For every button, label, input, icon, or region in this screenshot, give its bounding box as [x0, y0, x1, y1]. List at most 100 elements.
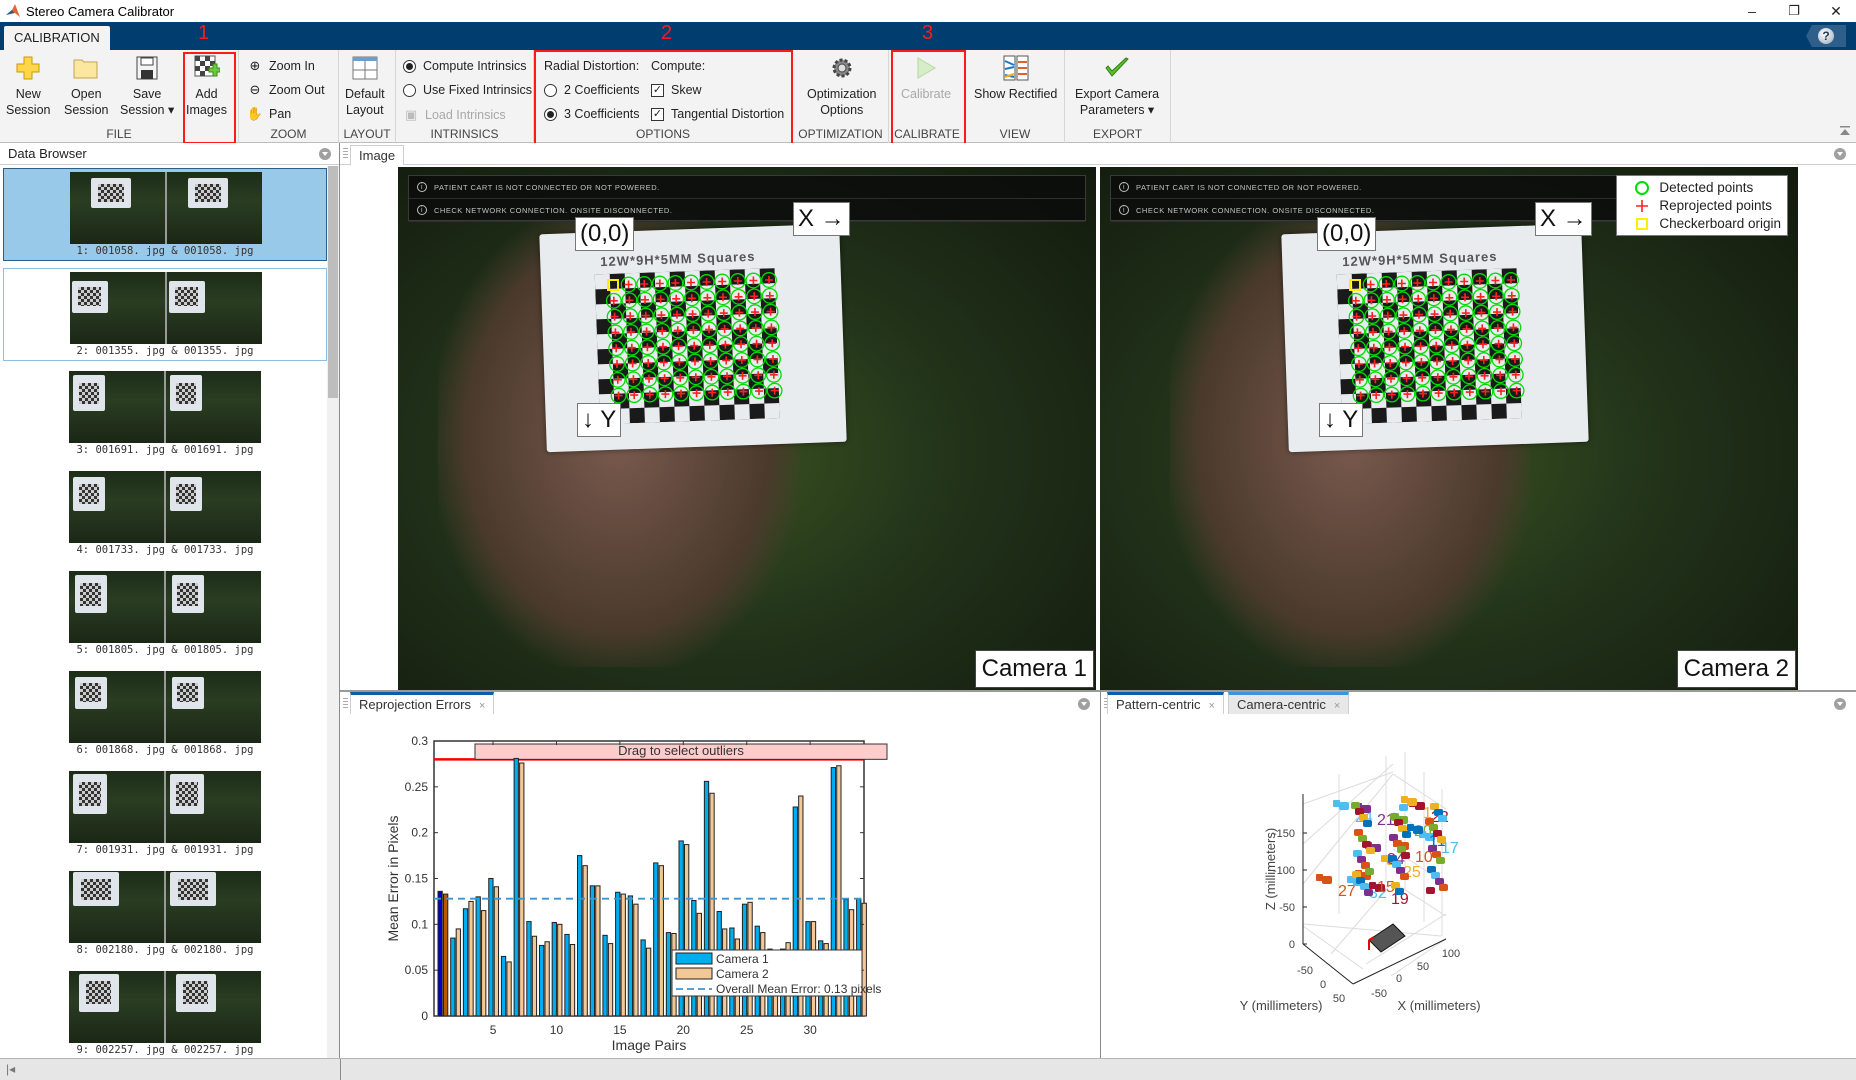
image-pair-item[interactable]: 6: 001868. jpg & 001868. jpg: [3, 668, 327, 761]
collapse-browser-icon[interactable]: |◂: [6, 1062, 15, 1076]
tab-image[interactable]: Image: [350, 145, 405, 165]
bar-camera-1[interactable]: [564, 933, 570, 1017]
collapse-toolstrip-icon[interactable]: [1840, 126, 1850, 136]
close-tab-icon[interactable]: ×: [1334, 700, 1340, 712]
bar-camera-1[interactable]: [640, 939, 646, 1017]
panel-menu-icon[interactable]: [1078, 698, 1090, 710]
bar-camera-1[interactable]: [627, 895, 634, 1017]
bar-camera-1[interactable]: [551, 922, 557, 1017]
reprojected-point: [765, 276, 773, 284]
bar-camera-1[interactable]: [602, 934, 608, 1017]
tab-camera-centric[interactable]: Camera-centric ×: [1228, 692, 1350, 714]
bar-camera-2[interactable]: [620, 893, 626, 1017]
bar-camera-2[interactable]: [595, 885, 601, 1017]
reprojected-point: [750, 292, 759, 301]
bar-camera-2[interactable]: [455, 928, 461, 1017]
camera-1-view[interactable]: i PATIENT CART IS NOT CONNECTED OR NOT PO…: [398, 167, 1096, 690]
reprojected-point: [642, 327, 651, 336]
bar-camera-2[interactable]: [582, 865, 588, 1017]
bar-camera-2[interactable]: [557, 923, 563, 1017]
image-pair-item[interactable]: 3: 001691. jpg & 001691. jpg: [3, 368, 327, 461]
camera-glyph: [1438, 815, 1447, 822]
reprojected-point: [1480, 371, 1489, 380]
image-pair-item[interactable]: 8: 002180. jpg & 002180. jpg: [3, 868, 327, 961]
reprojection-error-chart[interactable]: Drag to select outliers 0 0.05 0.1 0.15 0.2 0.…: [340, 714, 1100, 1060]
bar-camera-2[interactable]: [531, 935, 538, 1017]
reprojected-point: [1369, 327, 1377, 336]
camera-2-view[interactable]: i PATIENT CART IS NOT CONNECTED OR NOT PO…: [1100, 167, 1798, 690]
image-pair-item[interactable]: 5: 001805. jpg & 001805. jpg: [3, 568, 327, 661]
use-fixed-intrinsics-radio[interactable]: Use Fixed Intrinsics: [403, 83, 532, 97]
data-browser-scrollbar[interactable]: [327, 166, 339, 1058]
panel-menu-icon[interactable]: [1834, 148, 1846, 160]
restore-button[interactable]: ❐: [1774, 0, 1814, 22]
bar-camera-2[interactable]: [658, 865, 664, 1017]
close-button[interactable]: ✕: [1816, 0, 1856, 22]
pan-button[interactable]: ✋ Pan: [247, 106, 291, 122]
reprojected-point: [1400, 326, 1409, 335]
image-pair-item[interactable]: 2: 001355. jpg & 001355. jpg: [3, 268, 327, 361]
bar-camera-1[interactable]: [589, 885, 596, 1017]
zoom-out-button[interactable]: ⊖ Zoom Out: [247, 82, 325, 98]
drag-grip-icon[interactable]: [343, 148, 348, 160]
drag-grip-icon[interactable]: [343, 698, 348, 710]
bar-camera-2[interactable]: [607, 943, 614, 1017]
bar-camera-1[interactable]: [577, 855, 583, 1017]
bar-camera-1[interactable]: [653, 862, 659, 1017]
image-pair-item[interactable]: 1: 001058. jpg & 001058. jpg: [3, 168, 327, 261]
tab-pattern-centric[interactable]: Pattern-centric ×: [1107, 692, 1224, 714]
bar-camera-1[interactable]: [450, 937, 456, 1017]
reprojected-point: [1447, 325, 1455, 334]
new-session-button[interactable]: New Session: [6, 54, 50, 118]
notice-text: PATIENT CART IS NOT CONNECTED OR NOT POW…: [434, 182, 660, 192]
bar-camera-1[interactable]: [665, 932, 672, 1017]
bar-camera-2[interactable]: [443, 893, 449, 1017]
bar-camera-1[interactable]: [475, 896, 481, 1017]
image-pair-item[interactable]: 4: 001733. jpg & 001733. jpg: [3, 468, 327, 561]
panel-menu-icon[interactable]: [319, 148, 331, 160]
image-pair-item[interactable]: 9: 002257. jpg & 002257. jpg: [3, 968, 327, 1058]
bar-camera-2[interactable]: [519, 762, 525, 1017]
optimization-options-button[interactable]: Optimization Options: [807, 54, 876, 118]
export-camera-parameters-button[interactable]: Export Camera Parameters ▾: [1075, 54, 1159, 118]
bar-camera-2[interactable]: [645, 947, 652, 1017]
bar-camera-1[interactable]: [500, 955, 507, 1017]
bar-camera-1[interactable]: [488, 878, 494, 1017]
help-button[interactable]: ?: [1806, 25, 1846, 47]
bar-camera-1[interactable]: [437, 890, 443, 1017]
load-intrinsics-button[interactable]: ▣ Load Intrinsics: [403, 107, 506, 123]
bar-camera-1[interactable]: [526, 921, 532, 1017]
bar-camera-1[interactable]: [513, 757, 519, 1017]
bar-camera-1[interactable]: [538, 944, 545, 1017]
bar-camera-2[interactable]: [493, 886, 500, 1017]
close-tab-icon[interactable]: ×: [1209, 700, 1215, 712]
image-pair-item[interactable]: 7: 001931. jpg & 001931. jpg: [3, 768, 327, 861]
bar-camera-2[interactable]: [569, 944, 576, 1017]
default-layout-button[interactable]: Default Layout: [345, 54, 385, 118]
zoom-in-icon: ⊕: [249, 58, 261, 73]
tab-calibration[interactable]: CALIBRATION: [4, 26, 110, 50]
extrinsics-3d-plot[interactable]: 0-50-100-150-50050 -50050100Z (millimeter…: [1101, 714, 1856, 1060]
bar-camera-1[interactable]: [615, 891, 621, 1017]
bar-camera-2[interactable]: [861, 902, 867, 1017]
image-pair-label: 8: 002180. jpg & 002180. jpg: [76, 944, 254, 956]
compute-intrinsics-radio[interactable]: Compute Intrinsics: [403, 59, 527, 73]
close-tab-icon[interactable]: ×: [479, 700, 485, 712]
bar-camera-2[interactable]: [481, 910, 487, 1017]
view-group: Show Rectified VIEW: [966, 50, 1065, 143]
tab-reprojection-errors[interactable]: Reprojection Errors ×: [350, 692, 495, 714]
minimize-button[interactable]: –: [1732, 0, 1772, 22]
save-session-button[interactable]: Save Session ▾: [120, 54, 174, 118]
bar-camera-2[interactable]: [468, 900, 474, 1017]
bar-camera-2[interactable]: [633, 903, 639, 1017]
bar-camera-2[interactable]: [544, 941, 550, 1017]
camera-glyph: [1355, 808, 1364, 815]
open-session-button[interactable]: Open Session: [64, 54, 108, 118]
panel-menu-icon[interactable]: [1834, 698, 1846, 710]
scrollbar-thumb[interactable]: [328, 166, 338, 398]
bar-camera-2[interactable]: [506, 961, 512, 1017]
zoom-in-button[interactable]: ⊕ Zoom In: [247, 58, 315, 74]
bar-camera-1[interactable]: [462, 908, 469, 1017]
y-axis-label: Mean Error in Pixels: [385, 815, 401, 941]
show-rectified-button[interactable]: Show Rectified: [974, 54, 1057, 102]
